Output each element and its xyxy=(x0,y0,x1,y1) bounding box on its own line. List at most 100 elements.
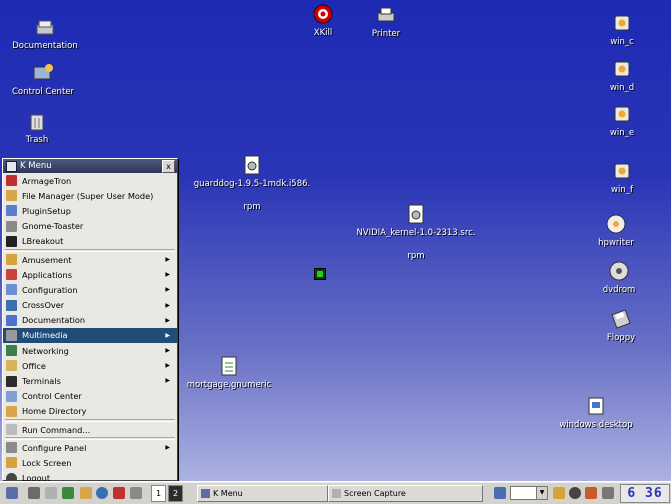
control-center-icon xyxy=(6,390,17,402)
desktop-icon-control-center[interactable]: Control Center xyxy=(0,62,103,97)
small-window-icon[interactable] xyxy=(314,268,326,280)
menu-item-armagetron[interactable]: ArmageTron xyxy=(3,173,177,188)
menu-item-gnome-toaster[interactable]: Gnome-Toaster xyxy=(3,219,177,234)
menu-item-lock-screen[interactable]: Lock Screen xyxy=(3,455,177,470)
k-menu-title: K Menu xyxy=(20,161,52,171)
submenu-arrow-icon: ▶ xyxy=(165,286,170,294)
desktop-icon-label: dvdrom xyxy=(602,285,636,295)
menu-item-file-manager-su[interactable]: File Manager (Super User Mode) xyxy=(3,188,177,203)
printer-icon xyxy=(375,4,397,26)
desktop-icon-dvdrom[interactable]: dvdrom xyxy=(559,260,671,295)
settings-launcher-icon[interactable] xyxy=(130,487,142,499)
menu-item-configure-panel[interactable]: Configure Panel ▶ xyxy=(3,440,177,455)
applications-icon xyxy=(6,269,17,281)
desktop-icon-nvidia-rpm[interactable]: NVIDIA_kernel-1.0-2313.src. rpm xyxy=(356,203,476,261)
desktop-icon-win-d[interactable]: win_d xyxy=(562,58,671,93)
menu-item-networking[interactable]: Networking ▶ xyxy=(3,343,177,358)
desktop-icon-mortgage[interactable]: mortgage.gnumeric xyxy=(169,355,289,390)
menu-item-home-directory[interactable]: Home Directory xyxy=(3,404,177,419)
desktop-icon-label: Documentation xyxy=(12,41,78,51)
dvd-icon xyxy=(608,260,630,282)
desktop-icon-label: win_e xyxy=(609,128,635,138)
desktop-icon-win-c[interactable]: win_c xyxy=(562,12,671,47)
trash-icon xyxy=(26,110,48,132)
drive-icon xyxy=(611,58,633,80)
menu-item-applications[interactable]: Applications ▶ xyxy=(3,267,177,282)
home-icon xyxy=(6,405,17,417)
clock[interactable]: 6 36 xyxy=(620,484,670,503)
desktop-icon-label: NVIDIA_kernel-1.0-2313.src. xyxy=(356,228,476,238)
folder-icon xyxy=(6,190,17,202)
rpm-package-icon xyxy=(405,203,427,225)
desktop-icon-win-f[interactable]: win_f xyxy=(562,160,671,195)
pager-desktop-1[interactable]: 1 xyxy=(151,485,166,502)
desktop-icon-label: windows desktop xyxy=(559,420,633,430)
desktop-icon-floppy[interactable]: Floppy xyxy=(561,308,671,343)
desktop-icon-label: win_d xyxy=(609,83,635,93)
desktop-icon-sublabel: rpm xyxy=(243,202,261,212)
browser-launcher-icon[interactable] xyxy=(96,487,108,499)
launcher-icon[interactable] xyxy=(62,487,74,499)
armagetron-icon xyxy=(6,175,17,187)
submenu-arrow-icon: ▶ xyxy=(165,331,170,339)
control-center-icon xyxy=(32,62,54,84)
crossover-icon xyxy=(6,299,17,311)
submenu-arrow-icon: ▶ xyxy=(165,316,170,324)
documentation-icon xyxy=(6,314,17,326)
drive-icon xyxy=(611,160,633,182)
close-button[interactable]: x xyxy=(162,160,175,173)
spreadsheet-icon xyxy=(218,355,240,377)
desktop-icon-label: mortgage.gnumeric xyxy=(186,380,272,390)
menu-item-amusement[interactable]: Amusement ▶ xyxy=(3,252,177,267)
amusement-icon xyxy=(6,254,17,266)
desktop-icon-win-e[interactable]: win_e xyxy=(562,103,671,138)
submenu-arrow-icon: ▶ xyxy=(165,377,170,385)
home-launcher-icon[interactable] xyxy=(80,487,92,499)
desktop-icon-trash[interactable]: Trash xyxy=(0,110,97,145)
menu-item-configuration[interactable]: Configuration ▶ xyxy=(3,282,177,297)
desktop-icon-label: Floppy xyxy=(606,333,636,343)
menu-item-terminals[interactable]: Terminals ▶ xyxy=(3,373,177,388)
app-launcher-icon[interactable] xyxy=(113,487,125,499)
configuration-icon xyxy=(6,284,17,296)
k-menu-button-icon[interactable] xyxy=(6,487,18,499)
floppy-icon xyxy=(610,308,632,330)
desktop-icon-hpwriter[interactable]: hpwriter xyxy=(556,213,671,248)
pager-desktop-2[interactable]: 2 xyxy=(168,485,183,502)
submenu-arrow-icon: ▶ xyxy=(165,301,170,309)
desktop-icon-documentation[interactable]: Documentation xyxy=(0,16,105,51)
drive-icon xyxy=(611,12,633,34)
office-icon xyxy=(6,360,17,372)
taskbar: 1 2 K Menu Screen Capture ▼ 6 36 xyxy=(0,481,671,504)
desktop-icon-sublabel: rpm xyxy=(407,251,425,261)
menu-item-crossover[interactable]: CrossOver ▶ xyxy=(3,298,177,313)
lock-tray-icon[interactable] xyxy=(553,487,565,499)
menu-item-documentation[interactable]: Documentation ▶ xyxy=(3,313,177,328)
drive-icon xyxy=(611,103,633,125)
network-tray-icon[interactable] xyxy=(494,487,506,499)
task-screen-capture[interactable]: Screen Capture xyxy=(328,485,483,502)
submenu-arrow-icon: ▶ xyxy=(165,444,170,452)
menu-item-pluginsetup[interactable]: PluginSetup xyxy=(3,203,177,218)
terminal-launcher-icon[interactable] xyxy=(45,487,57,499)
submenu-arrow-icon: ▶ xyxy=(165,347,170,355)
desktop-icon-label: win_c xyxy=(610,37,634,47)
desktop-icon-guarddog-rpm[interactable]: guarddog-1.9.5-1mdk.i586. rpm xyxy=(192,154,312,212)
menu-item-control-center[interactable]: Control Center xyxy=(3,389,177,404)
menu-item-lbreakout[interactable]: LBreakout xyxy=(3,234,177,249)
networking-icon xyxy=(6,345,17,357)
chevron-down-icon[interactable]: ▼ xyxy=(536,486,548,500)
klipper-tray-icon[interactable] xyxy=(585,487,597,499)
show-desktop-icon[interactable] xyxy=(28,487,40,499)
desktop-icon-printer[interactable]: Printer xyxy=(326,4,446,39)
menu-item-office[interactable]: Office ▶ xyxy=(3,358,177,373)
menu-item-run-command[interactable]: Run Command... xyxy=(3,422,177,437)
submenu-arrow-icon: ▶ xyxy=(165,362,170,370)
volume-tray-icon[interactable] xyxy=(602,487,614,499)
menu-item-multimedia[interactable]: Multimedia ▶ xyxy=(3,327,177,344)
logout-tray-icon[interactable] xyxy=(569,487,581,499)
task-k-menu[interactable]: K Menu xyxy=(197,485,328,502)
cd-writer-icon xyxy=(605,213,627,235)
desktop-icon-windows-desktop[interactable]: windows desktop xyxy=(536,395,656,430)
desktop-icon-label: win_f xyxy=(611,185,633,195)
